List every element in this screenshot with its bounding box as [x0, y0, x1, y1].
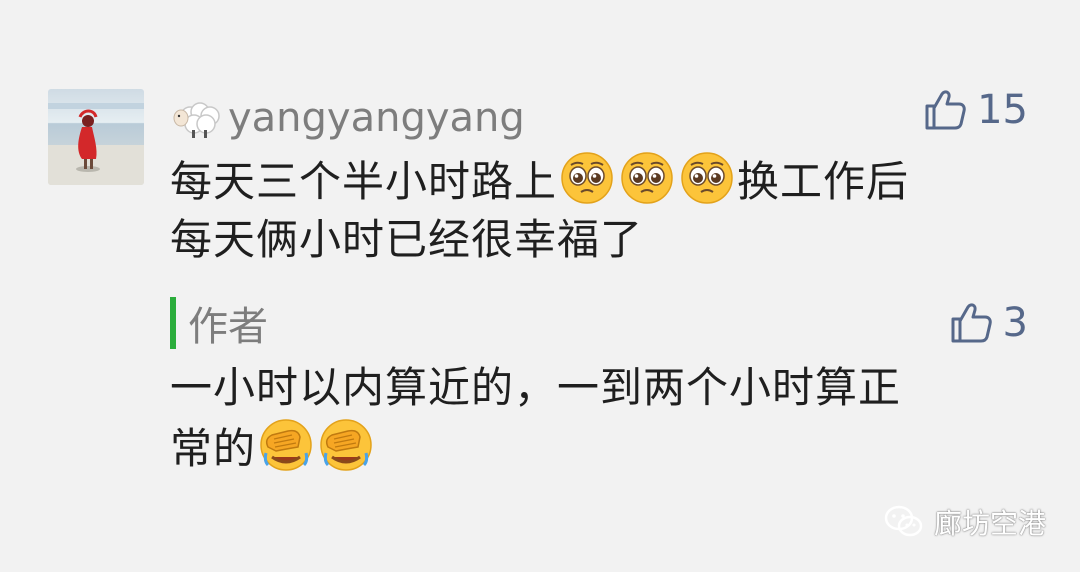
- reply-like-button[interactable]: 3: [947, 299, 1028, 347]
- face-palm-icon: [318, 417, 374, 473]
- pleading-face-icon: [679, 150, 735, 206]
- wechat-icon: [884, 505, 923, 537]
- comment-text-line1-after: 换工作后: [737, 157, 910, 206]
- author-reply: 作者 3 一小时以内算近的，一到两个小时算正 常的: [170, 293, 1040, 478]
- thumbs-up-icon: [951, 303, 992, 343]
- avatar-image: [48, 89, 144, 185]
- comment-like-button[interactable]: 15: [921, 86, 1028, 134]
- comment: yangyangyang 15 每天三个半小时路上 换工作后 每天俩小时已经很幸福…: [170, 80, 1040, 478]
- thumbs-up-icon: [925, 90, 966, 130]
- pleading-face-icon: [559, 150, 615, 206]
- comment-text-line2: 每天俩小时已经很幸福了: [170, 215, 644, 264]
- pleading-face-icon: [619, 150, 675, 206]
- sheep-icon: [170, 96, 224, 140]
- reply-text-line1: 一小时以内算近的，一到两个小时算正: [170, 363, 902, 412]
- watermark: 廊坊空港: [884, 502, 1046, 542]
- reply-text: 一小时以内算近的，一到两个小时算正 常的: [170, 359, 1040, 478]
- reply-author: 作者: [170, 297, 268, 350]
- reply-like-count: 3: [1002, 300, 1028, 346]
- face-palm-icon: [258, 417, 314, 473]
- reply-text-line2: 常的: [170, 424, 257, 473]
- watermark-text: 廊坊空港: [933, 507, 1046, 540]
- comment-text-line1: 每天三个半小时路上: [170, 157, 558, 206]
- avatar[interactable]: [48, 89, 144, 185]
- comment-like-count: 15: [977, 87, 1028, 133]
- username-label: yangyangyang: [228, 95, 525, 141]
- comment-text: 每天三个半小时路上 换工作后 每天俩小时已经很幸福了: [170, 150, 1040, 269]
- comment-username[interactable]: yangyangyang: [170, 88, 525, 148]
